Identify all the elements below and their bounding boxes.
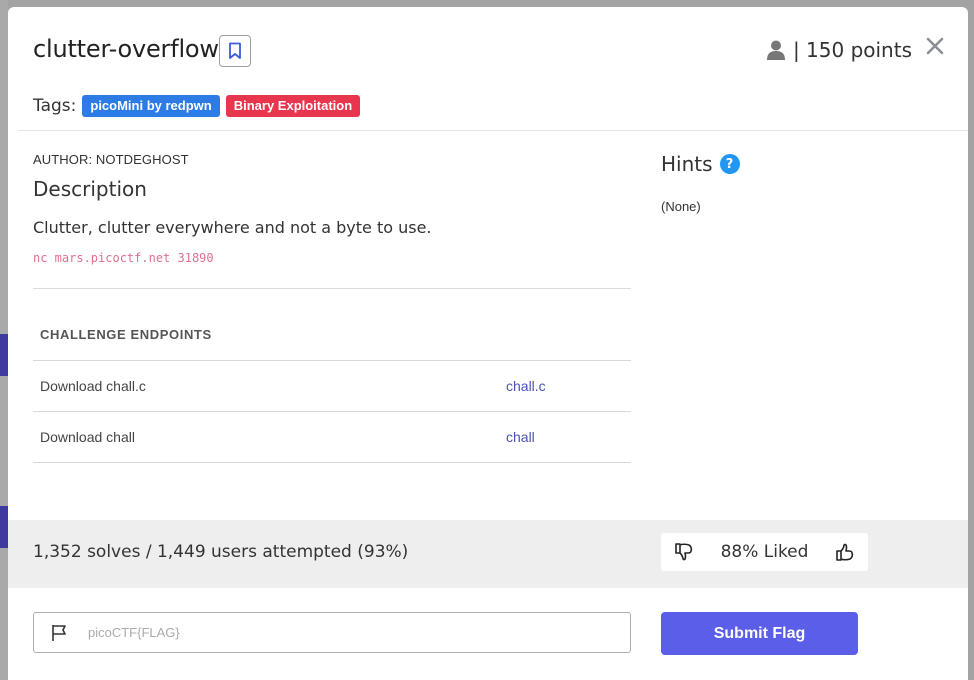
table-row: Download chall.c chall.c xyxy=(33,361,631,412)
solves-text: 1,352 solves / 1,449 users attempted (93… xyxy=(33,542,409,562)
background-nav-mark xyxy=(0,506,8,548)
like-box: 88% Liked xyxy=(661,533,868,571)
close-icon xyxy=(926,37,944,55)
help-icon[interactable]: ? xyxy=(719,154,740,174)
table-row: Download chall chall xyxy=(33,412,631,463)
tags-row: Tags: picoMini by redpwn Binary Exploita… xyxy=(33,95,361,117)
endpoint-label: Download chall xyxy=(40,429,135,445)
submit-flag-button[interactable]: Submit Flag xyxy=(661,612,858,655)
endpoints-heading: CHALLENGE ENDPOINTS xyxy=(40,327,212,342)
bookmark-icon xyxy=(229,42,241,59)
close-button[interactable] xyxy=(924,35,946,57)
user-icon xyxy=(766,40,785,60)
flag-icon xyxy=(52,624,66,641)
hints-text: (None) xyxy=(661,199,701,214)
endpoints-table: Download chall.c chall.c Download chall … xyxy=(33,360,631,463)
thumbs-down-icon[interactable] xyxy=(674,542,694,562)
stats-bar: 1,352 solves / 1,449 users attempted (93… xyxy=(8,520,968,588)
description-text: Clutter, clutter everywhere and not a by… xyxy=(33,218,432,237)
background-nav-mark xyxy=(0,334,8,376)
connection-command: nc mars.picoctf.net 31890 xyxy=(33,251,214,265)
tags-label: Tags: xyxy=(33,96,77,116)
endpoint-label: Download chall.c xyxy=(40,378,146,394)
flag-input[interactable] xyxy=(86,624,630,641)
modal-header: clutter-overflow | 150 points Tags: pico… xyxy=(8,7,968,130)
flag-input-wrapper xyxy=(33,612,631,653)
section-divider xyxy=(33,288,631,289)
thumbs-up-icon[interactable] xyxy=(835,542,855,562)
hints-heading: Hints xyxy=(661,152,713,176)
points-area: | 150 points xyxy=(766,38,912,62)
tag-picomini[interactable]: picoMini by redpwn xyxy=(82,95,220,117)
challenge-title: clutter-overflow xyxy=(33,35,219,63)
hints-heading-row: Hints ? xyxy=(661,152,951,176)
endpoint-link-chall[interactable]: chall xyxy=(506,429,535,445)
challenge-details: AUTHOR: NOTDEGHOST Description Clutter, … xyxy=(33,152,631,463)
tag-binary-exploitation[interactable]: Binary Exploitation xyxy=(225,95,361,117)
header-divider xyxy=(18,130,968,131)
description-heading: Description xyxy=(33,177,147,201)
bookmark-button[interactable] xyxy=(219,35,251,67)
background-left-strip xyxy=(0,0,8,680)
hints-panel: Hints ? (None) xyxy=(661,152,951,214)
challenge-modal: clutter-overflow | 150 points Tags: pico… xyxy=(8,7,968,680)
points-text: | 150 points xyxy=(792,38,912,62)
endpoint-link-chall-c[interactable]: chall.c xyxy=(506,378,546,394)
author-line: AUTHOR: NOTDEGHOST xyxy=(33,152,189,167)
liked-percentage: 88% Liked xyxy=(720,542,809,562)
